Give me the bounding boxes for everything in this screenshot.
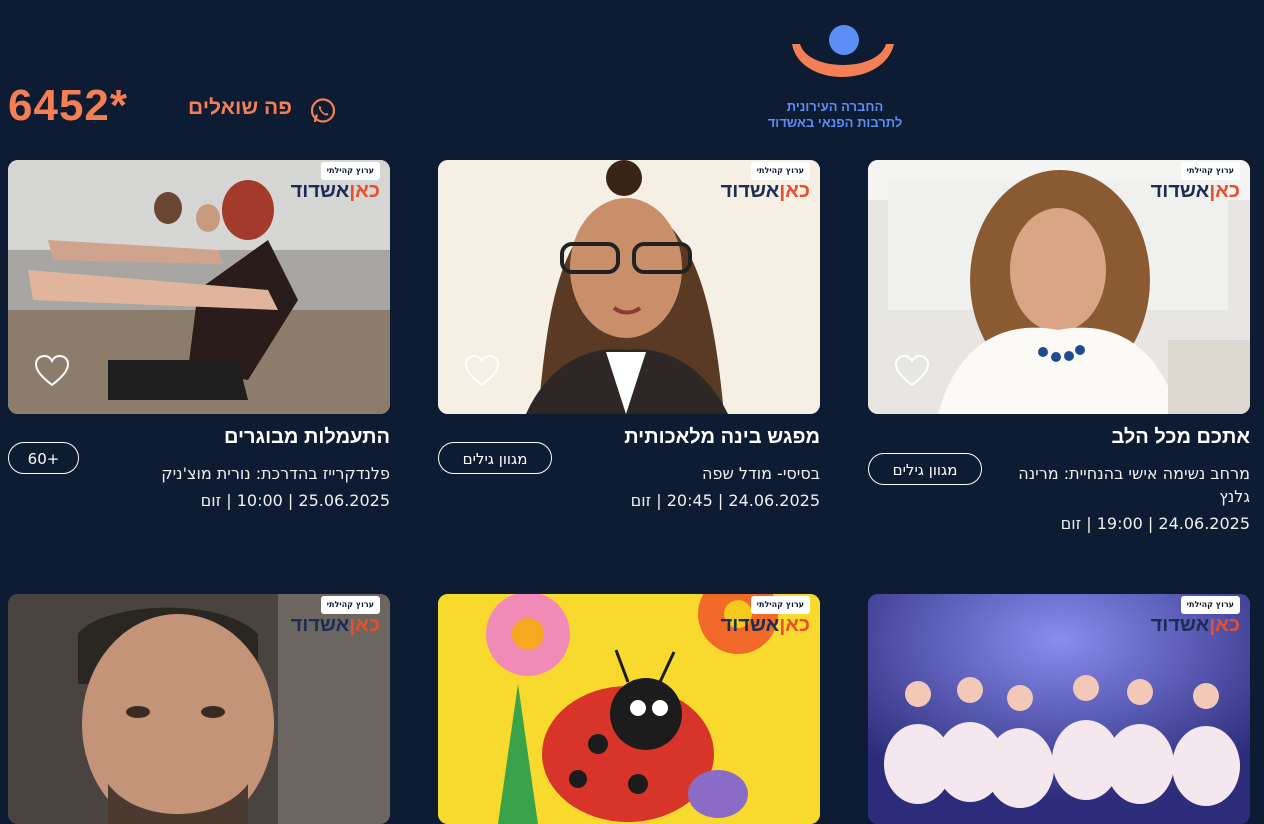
channel-logo-part-b: אשדוד xyxy=(290,614,350,636)
event-title[interactable]: מפגש בינה מלאכותית xyxy=(624,426,820,449)
phone-number[interactable]: 6452* xyxy=(8,84,128,128)
channel-badge: ערוץ קהילתי xyxy=(320,596,380,614)
channel-logo-part-a: כאן xyxy=(349,180,380,202)
header: 6452* פה שואלים החברה העירונית לתרבות הפ… xyxy=(0,0,1264,150)
favorite-heart-icon[interactable] xyxy=(34,354,70,388)
org-logo[interactable]: החברה העירונית לתרבות הפנאי באשדוד xyxy=(760,22,930,134)
channel-logo-part-a: כאן xyxy=(1209,614,1240,636)
event-subtitle: בסיסי- מודל שפה xyxy=(702,464,820,483)
channel-logo-part-a: כאן xyxy=(779,180,810,202)
channel-logo: כאןאשדוד xyxy=(291,180,380,203)
event-title[interactable]: אתכם מכל הלב xyxy=(1111,426,1250,449)
logo-mark-icon xyxy=(792,25,894,77)
event-image[interactable]: ערוץ קהילתי כאןאשדוד xyxy=(438,594,820,824)
channel-logo-part-b: אשדוד xyxy=(720,614,780,636)
event-card[interactable]: ערוץ קהילתי כאןאשדוד xyxy=(8,594,390,824)
event-subtitle: פלנדקרייז בהדרכת: נורית מוצ'ניק xyxy=(161,464,390,483)
channel-logo: כאןאשדוד xyxy=(1151,180,1240,203)
channel-logo-part-b: אשדוד xyxy=(1150,180,1210,202)
channel-badge: ערוץ קהילתי xyxy=(1180,162,1240,180)
channel-logo-part-a: כאן xyxy=(779,614,810,636)
favorite-heart-icon[interactable] xyxy=(464,354,500,388)
channel-logo: כאןאשדוד xyxy=(1151,614,1240,637)
event-card[interactable]: ערוץ קהילתי כאןאשדוד xyxy=(438,594,820,824)
event-image[interactable]: ערוץ קהילתי כאןאשדוד xyxy=(8,594,390,824)
ask-label[interactable]: פה שואלים xyxy=(188,96,292,120)
channel-logo-part-a: כאן xyxy=(349,614,380,636)
event-meta: 24.06.2025 | 19:00 | זום xyxy=(1060,514,1250,533)
channel-badge: ערוץ קהילתי xyxy=(1180,596,1240,614)
event-subtitle: מרחב נשימה אישי בהנחיית: מרינה גלנץ xyxy=(1018,464,1250,507)
event-image[interactable]: ערוץ קהילתי כאןאשדוד xyxy=(8,160,390,414)
logo-text-line2: לתרבות הפנאי באשדוד xyxy=(767,115,903,130)
event-title[interactable]: התעמלות מבוגרים xyxy=(224,426,390,449)
channel-badge: ערוץ קהילתי xyxy=(750,596,810,614)
channel-logo-part-b: אשדוד xyxy=(290,180,350,202)
channel-badge: ערוץ קהילתי xyxy=(320,162,380,180)
event-card[interactable]: ערוץ קהילתי כאןאשדוד אתכם מכל הלב מרחב נ… xyxy=(868,160,1250,540)
logo-text-line1: החברה העירונית xyxy=(786,99,884,114)
event-image[interactable]: ערוץ קהילתי כאןאשדוד xyxy=(868,594,1250,824)
channel-logo: כאןאשדוד xyxy=(721,180,810,203)
event-image[interactable]: ערוץ קהילתי כאןאשדוד xyxy=(868,160,1250,414)
age-tag[interactable]: מגוון גילים xyxy=(868,453,982,485)
event-meta: 24.06.2025 | 20:45 | זום xyxy=(630,491,820,510)
whatsapp-icon[interactable] xyxy=(309,97,337,125)
event-meta: 25.06.2025 | 10:00 | זום xyxy=(200,491,390,510)
age-tag[interactable]: +60 xyxy=(8,442,79,474)
event-image[interactable]: ערוץ קהילתי כאןאשדוד xyxy=(438,160,820,414)
event-card[interactable]: ערוץ קהילתי כאןאשדוד התעמלות מבוגרים פלנ… xyxy=(8,160,390,520)
age-tag[interactable]: מגוון גילים xyxy=(438,442,552,474)
channel-logo: כאןאשדוד xyxy=(721,614,810,637)
event-card[interactable]: ערוץ קהילתי כאןאשדוד xyxy=(868,594,1250,824)
channel-logo-part-b: אשדוד xyxy=(720,180,780,202)
channel-logo-part-a: כאן xyxy=(1209,180,1240,202)
channel-badge: ערוץ קהילתי xyxy=(750,162,810,180)
event-card[interactable]: ערוץ קהילתי כאןאשדוד מפגש בינה מלאכותית … xyxy=(438,160,820,520)
channel-logo-part-b: אשדוד xyxy=(1150,614,1210,636)
favorite-heart-icon[interactable] xyxy=(894,354,930,388)
channel-logo: כאןאשדוד xyxy=(291,614,380,637)
